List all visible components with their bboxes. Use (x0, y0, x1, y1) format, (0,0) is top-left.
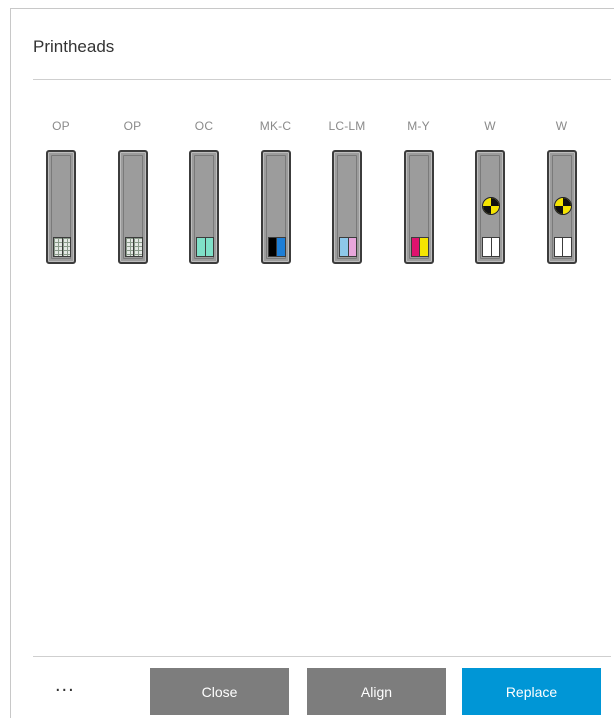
ink-color-swatch (553, 237, 572, 257)
ink-color-chip (490, 238, 499, 256)
ink-color-swatch (124, 237, 143, 257)
ink-color-chip (419, 238, 428, 256)
printhead-label: OC (194, 119, 214, 133)
printhead-cartridge (46, 150, 76, 264)
ink-color-chip (562, 238, 571, 256)
warning-icon (553, 197, 572, 215)
ink-color-chip (133, 238, 142, 256)
ink-color-chip (125, 238, 133, 256)
replace-button[interactable]: Replace (462, 668, 601, 715)
printhead-label: OP (52, 119, 70, 133)
ink-color-swatch (196, 237, 214, 257)
printhead-label: MK-C (259, 119, 292, 133)
ink-color-swatch (410, 237, 429, 257)
printhead-cartridge (189, 150, 219, 264)
ink-color-chip (204, 238, 213, 256)
ink-color-chip (197, 238, 205, 256)
printhead-cartridge (260, 150, 291, 264)
printhead-label: LC-LM (328, 119, 366, 133)
ink-color-chip (340, 238, 348, 256)
ink-color-swatch (53, 237, 71, 257)
ink-color-chip (61, 238, 70, 256)
ink-color-chip (276, 238, 285, 256)
warning-icon (482, 197, 500, 215)
ink-color-chip (347, 238, 356, 256)
more-options-button[interactable]: ... (55, 675, 75, 695)
printhead-cartridge (546, 150, 577, 264)
close-button[interactable]: Close (150, 668, 289, 715)
ink-color-chip (54, 238, 62, 256)
printhead-cartridge (117, 150, 148, 264)
printhead-label: W (484, 119, 496, 133)
printhead-label: W (555, 119, 568, 133)
printhead-label: M-Y (407, 119, 430, 133)
align-button[interactable]: Align (307, 668, 446, 715)
ink-color-swatch (339, 237, 357, 257)
ink-color-chip (411, 238, 419, 256)
printhead-cartridge (403, 150, 434, 264)
ink-color-swatch (267, 237, 286, 257)
ink-color-chip (268, 238, 276, 256)
ink-color-swatch (482, 237, 500, 257)
footer-divider (33, 656, 611, 657)
printhead-label: OP (123, 119, 142, 133)
printheads-list: OP OP OC MK-C LC-LM M-Y W W (11, 9, 614, 309)
printhead-cartridge (475, 150, 505, 264)
printheads-panel: Printheads OP OP OC MK-C LC-LM M-Y W W ... Clos… (10, 8, 614, 718)
ink-color-chip (554, 238, 562, 256)
ink-color-chip (483, 238, 491, 256)
printhead-cartridge (332, 150, 362, 264)
